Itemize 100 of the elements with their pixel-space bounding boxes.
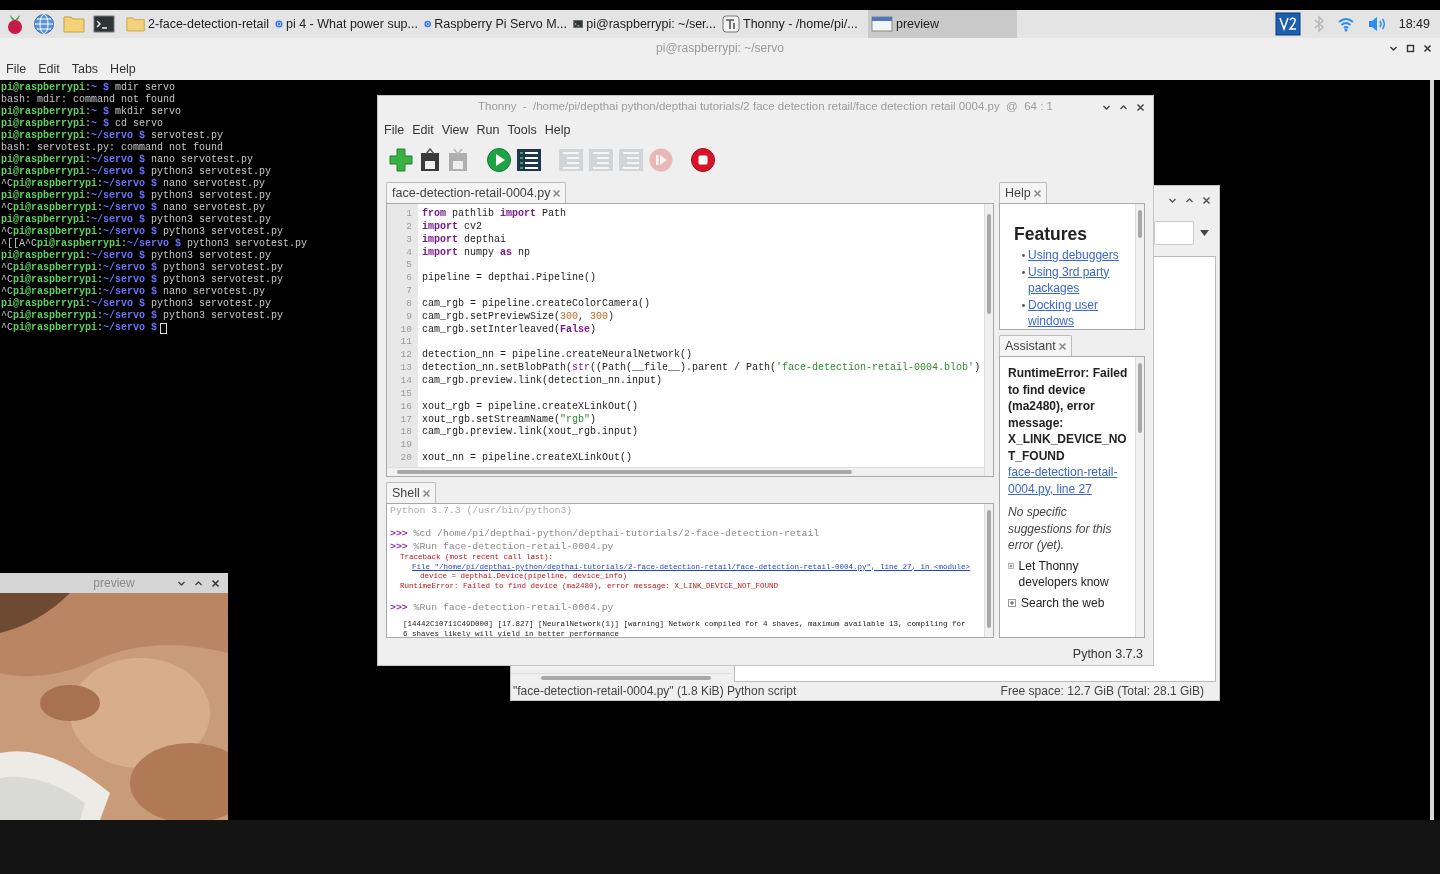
maximize-icon[interactable] xyxy=(1185,195,1194,205)
menu-item[interactable]: Tools xyxy=(507,120,537,140)
menu-item[interactable]: File xyxy=(6,59,27,79)
code-line: import cv2 xyxy=(422,220,483,232)
help-link[interactable]: Using debuggers xyxy=(1028,247,1119,264)
taskbar-button[interactable]: preview xyxy=(868,10,1017,38)
line-number: 18 xyxy=(400,426,412,438)
taskbar-button[interactable]: pi 4 - What power sup... xyxy=(272,10,421,38)
close-icon[interactable] xyxy=(1423,43,1432,53)
tab[interactable]: Assistant xyxy=(999,335,1072,356)
code-line: cam_rgb.preview.link(xout_rgb.input) xyxy=(422,426,639,438)
path-field[interactable] xyxy=(1154,221,1194,245)
terminal-line: ^Cpi@raspberrypi:~/servo $ python3 servotest.py xyxy=(1,310,284,322)
tab[interactable]: face-detection-retail-0004.py xyxy=(386,182,567,203)
menu-item[interactable]: Help xyxy=(544,120,571,140)
remote-desktop-icon[interactable] xyxy=(1274,12,1301,36)
line-number: 6 xyxy=(406,272,412,284)
code-line: import depthai xyxy=(422,233,507,245)
help-link[interactable]: Using 3rd party packages xyxy=(1028,263,1131,297)
menu-item[interactable]: File xyxy=(384,120,405,140)
volume-icon[interactable] xyxy=(1366,16,1387,32)
tab[interactable]: Shell xyxy=(386,482,436,503)
heading: Features xyxy=(1013,223,1088,246)
shell-line: >>> %Run face-detection-retail-0004.py xyxy=(390,541,614,552)
terminal-icon[interactable] xyxy=(93,14,115,34)
caret-icon[interactable] xyxy=(1200,230,1209,236)
clock: 18:49 xyxy=(1398,15,1430,33)
line-number: 16 xyxy=(400,400,412,412)
maximize-icon[interactable] xyxy=(1406,43,1415,53)
close-icon[interactable] xyxy=(1202,195,1211,205)
floppy-icon[interactable] xyxy=(418,147,442,173)
note-text: No specific suggestions for this error (yet). xyxy=(1008,504,1113,554)
bullet-icon xyxy=(1022,303,1025,307)
taskbar-button[interactable]: Raspberry Pi Servo M... xyxy=(421,10,570,38)
terminal-line: pi@raspberrypi:~ $ cd servo xyxy=(1,118,164,130)
code-line: from pathlib import Path xyxy=(422,208,567,219)
line-number: 1 xyxy=(406,208,412,219)
raspberry-icon[interactable] xyxy=(5,13,25,35)
list-icon[interactable] xyxy=(516,147,542,173)
close-icon[interactable] xyxy=(211,578,220,588)
line-number: 17 xyxy=(400,413,412,425)
status-text: "face-detection-retail-0004.py" (1.8 KiB) Python script xyxy=(513,683,797,700)
close-icon[interactable] xyxy=(1136,102,1145,112)
app-icon xyxy=(722,15,740,33)
globe-icon[interactable] xyxy=(33,13,55,35)
terminal-line: ^Cpi@raspberrypi:~/servo $ nano servotest.py xyxy=(1,286,266,298)
window-title: pi@raspberrypi: ~/servo xyxy=(656,40,784,57)
terminal-line: ^Cpi@raspberrypi:~/servo $ xyxy=(1,322,158,334)
scrollbar[interactable] xyxy=(1430,80,1434,820)
terminal-line: pi@raspberrypi:~ $ mkdir servo xyxy=(1,106,182,118)
menu-item[interactable]: Run xyxy=(476,120,500,140)
error-link[interactable]: face-detection-retail-0004.py, line 27 xyxy=(1008,464,1131,497)
terminal-line: pi@raspberrypi:~/servo $ python3 servotest.py xyxy=(1,166,272,178)
scrollbar[interactable] xyxy=(1135,204,1144,329)
code-line: cam_rgb.setPreviewSize(300, 300) xyxy=(422,310,615,322)
taskbar-button[interactable]: pi@raspberrypi: ~/ser... xyxy=(570,10,719,38)
bullet-icon xyxy=(1022,254,1025,257)
terminal-line: ^Cpi@raspberrypi:~/servo $ python3 servotest.py xyxy=(1,226,284,238)
scrollbar[interactable] xyxy=(1135,357,1144,637)
line-number: 5 xyxy=(406,259,412,271)
terminal-line: bash: mdir: command not found xyxy=(1,94,176,106)
terminal-line: pi@raspberrypi:~/servo $ python3 servotest.py xyxy=(1,298,272,310)
expandable-item[interactable]: Let Thonny developers know xyxy=(1018,557,1131,591)
taskbar-button[interactable]: 2-face-detection-retail xyxy=(123,10,272,38)
shell-line: >>> %cd /home/pi/depthai-python/depthai-tutorials/2-face-detection-retail xyxy=(390,528,820,539)
line-number: 14 xyxy=(400,374,412,386)
line-number: 12 xyxy=(400,349,412,361)
line-number: 7 xyxy=(406,285,412,297)
terminal-line: ^[[A^Cpi@raspberrypi:~/servo $ python3 servotest.py xyxy=(1,238,308,250)
line-number: 3 xyxy=(406,233,412,245)
terminal-line: pi@raspberrypi:~/servo $ python3 servotest.py xyxy=(1,250,272,262)
expandable-item[interactable]: Search the web xyxy=(1021,594,1105,611)
maximize-icon[interactable] xyxy=(1119,102,1128,112)
taskbar-button[interactable]: Thonny - /home/pi/... xyxy=(719,10,868,38)
menu-item[interactable]: Help xyxy=(110,59,136,79)
maximize-icon[interactable] xyxy=(194,578,203,588)
help-link[interactable]: Docking user windows xyxy=(1028,296,1131,329)
terminal-line: ^Cpi@raspberrypi:~/servo $ python3 servotest.py xyxy=(1,262,284,274)
scrollbar[interactable] xyxy=(511,673,731,682)
scrollbar[interactable] xyxy=(387,467,984,476)
window-icon xyxy=(871,15,893,33)
play-icon[interactable] xyxy=(486,147,512,173)
wifi-icon[interactable] xyxy=(1336,16,1355,32)
tab[interactable]: Help xyxy=(999,182,1047,203)
line-number: 15 xyxy=(400,387,412,399)
line-number: 4 xyxy=(406,246,412,258)
bullet-icon xyxy=(1022,270,1025,274)
scrollbar[interactable] xyxy=(984,204,993,476)
code-line: xout_rgb.setStreamName("rgb") xyxy=(422,413,597,425)
menu-item[interactable]: Tabs xyxy=(71,59,99,79)
menu-item[interactable]: Edit xyxy=(412,120,434,140)
scrollbar[interactable] xyxy=(984,504,993,637)
shell-line: Python 3.7.3 (/usr/bin/python3) xyxy=(390,505,573,516)
menu-item[interactable]: Edit xyxy=(38,59,60,79)
terminal-line: ^Cpi@raspberrypi:~/servo $ nano servotest.py xyxy=(1,178,266,190)
window-title: Thonny - /home/pi/depthai python/depthai tutorials/2 face detection retail/face detection retail 0004.py @ 64 : 1 xyxy=(478,99,1053,115)
code-line: detection_nn = pipeline.createNeuralNetwork() xyxy=(422,349,693,361)
menu-item[interactable]: View xyxy=(441,120,469,140)
stop-icon[interactable] xyxy=(690,147,716,173)
terminal-line: ^Cpi@raspberrypi:~/servo $ python3 servotest.py xyxy=(1,274,284,286)
